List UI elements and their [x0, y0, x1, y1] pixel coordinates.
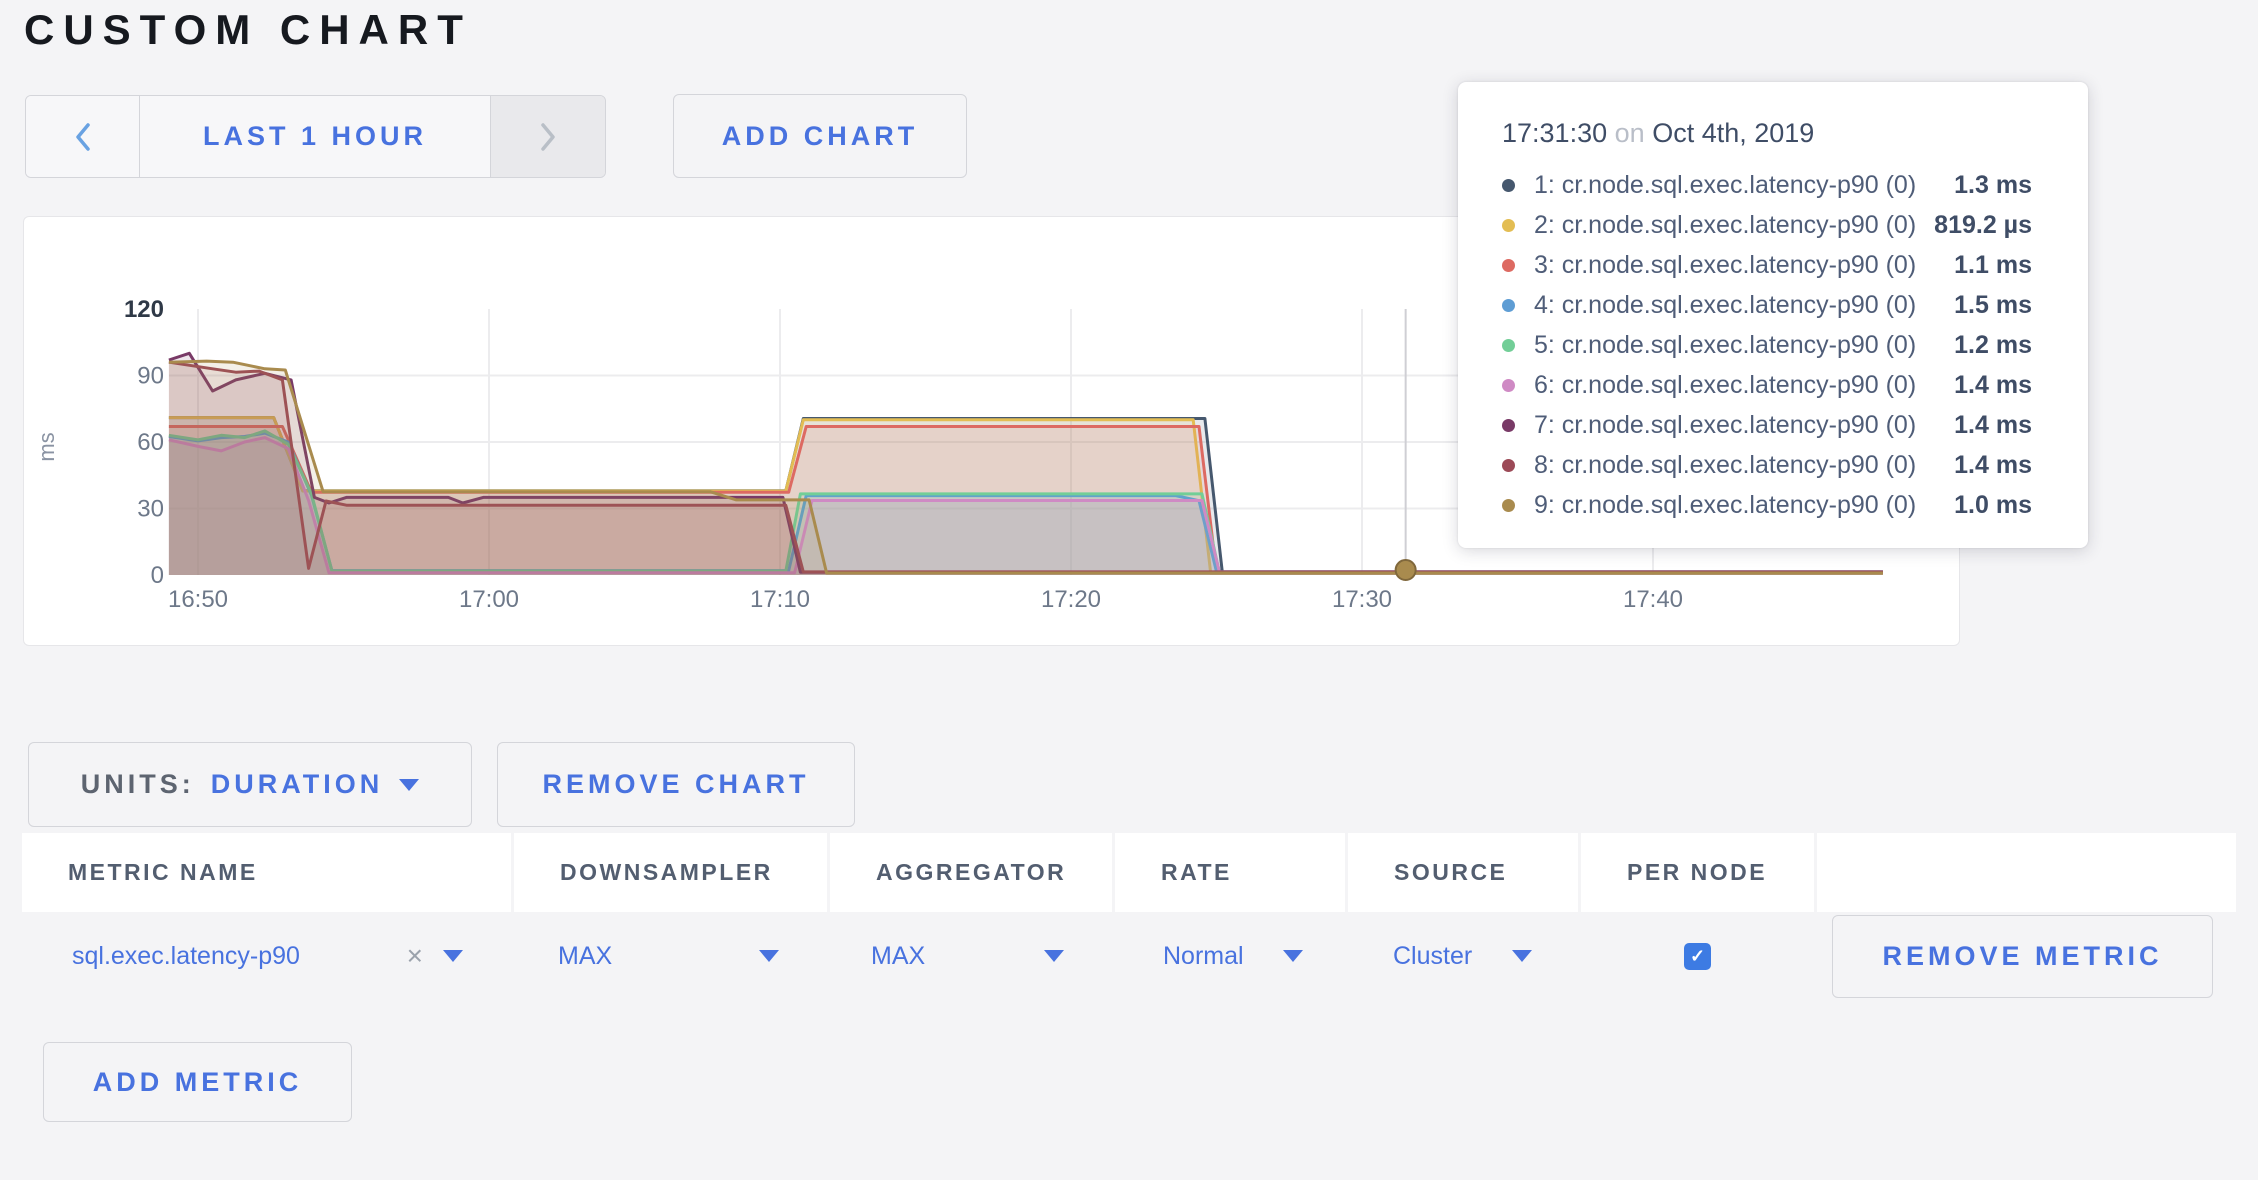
- metric-row: sql.exec.latency-p90 × MAX MAX Normal Cl…: [22, 912, 2236, 1000]
- units-value: DURATION: [211, 769, 383, 800]
- time-range-scrubber: LAST 1 HOUR: [25, 95, 606, 178]
- series-label: 7: cr.node.sql.exec.latency-p90 (0): [1534, 411, 1954, 440]
- series-color-dot-icon: [1502, 219, 1515, 232]
- chevron-down-icon: [1512, 950, 1532, 962]
- series-label: 5: cr.node.sql.exec.latency-p90 (0): [1534, 331, 1954, 360]
- series-color-dot-icon: [1502, 299, 1515, 312]
- tooltip-series-row: 7: cr.node.sql.exec.latency-p90 (0)1.4 m…: [1502, 405, 2032, 445]
- tooltip-series-row: 1: cr.node.sql.exec.latency-p90 (0)1.3 m…: [1502, 165, 2032, 205]
- series-label: 4: cr.node.sql.exec.latency-p90 (0): [1534, 291, 1954, 320]
- x-axis-tick: 17:20: [1041, 586, 1101, 613]
- per-node-checkbox[interactable]: ✓: [1684, 943, 1711, 970]
- y-axis-tick: 30: [137, 496, 164, 523]
- chart-hover-tooltip: 17:31:30 on Oct 4th, 2019 1: cr.node.sql…: [1458, 82, 2088, 548]
- series-color-dot-icon: [1502, 339, 1515, 352]
- chevron-down-icon: [1283, 950, 1303, 962]
- rate-value: Normal: [1163, 942, 1244, 971]
- series-label: 2: cr.node.sql.exec.latency-p90 (0): [1534, 211, 1934, 240]
- series-value: 1.4 ms: [1954, 451, 2032, 480]
- chevron-down-icon: [1044, 950, 1064, 962]
- series-value: 1.1 ms: [1954, 251, 2032, 280]
- series-value: 1.0 ms: [1954, 491, 2032, 520]
- column-header-downsampler: DOWNSAMPLER: [514, 833, 827, 912]
- chevron-left-icon: [75, 122, 91, 152]
- metrics-table: METRIC NAMEDOWNSAMPLERAGGREGATORRATESOUR…: [22, 833, 2236, 1000]
- tooltip-series-row: 8: cr.node.sql.exec.latency-p90 (0)1.4 m…: [1502, 445, 2032, 485]
- remove-metric-button[interactable]: REMOVE METRIC: [1832, 915, 2213, 998]
- tooltip-date: Oct 4th, 2019: [1652, 118, 1814, 148]
- series-value: 1.2 ms: [1954, 331, 2032, 360]
- tooltip-series-row: 3: cr.node.sql.exec.latency-p90 (0)1.1 m…: [1502, 245, 2032, 285]
- tooltip-timestamp: 17:31:30 on Oct 4th, 2019: [1502, 118, 2032, 149]
- column-header-rate: RATE: [1115, 833, 1345, 912]
- metric-name-cell: sql.exec.latency-p90 ×: [22, 912, 511, 1000]
- page-title: CUSTOM CHART: [24, 6, 472, 54]
- time-range-next-button[interactable]: [491, 96, 605, 177]
- column-header-source: SOURCE: [1348, 833, 1578, 912]
- series-color-dot-icon: [1502, 379, 1515, 392]
- downsampler-value: MAX: [558, 942, 612, 971]
- x-axis-tick: 16:50: [168, 586, 228, 613]
- tooltip-series-row: 6: cr.node.sql.exec.latency-p90 (0)1.4 m…: [1502, 365, 2032, 405]
- units-dropdown[interactable]: UNITS: DURATION: [28, 742, 472, 827]
- y-axis-tick: 120: [124, 296, 164, 323]
- column-header-aggregator: AGGREGATOR: [830, 833, 1112, 912]
- x-axis-tick: 17:30: [1332, 586, 1392, 613]
- clear-metric-x-icon[interactable]: ×: [407, 940, 423, 972]
- series-value: 1.3 ms: [1954, 171, 2032, 200]
- tooltip-series-list: 1: cr.node.sql.exec.latency-p90 (0)1.3 m…: [1502, 165, 2032, 525]
- series-color-dot-icon: [1502, 499, 1515, 512]
- x-axis-tick: 17:10: [750, 586, 810, 613]
- tooltip-time: 17:31:30: [1502, 118, 1607, 148]
- series-value: 819.2 µs: [1934, 211, 2032, 240]
- series-label: 1: cr.node.sql.exec.latency-p90 (0): [1534, 171, 1954, 200]
- add-metric-button[interactable]: ADD METRIC: [43, 1042, 352, 1122]
- aggregator-value: MAX: [871, 942, 925, 971]
- chevron-down-icon: [399, 779, 419, 791]
- rate-dropdown[interactable]: Normal: [1115, 912, 1345, 1000]
- chevron-down-icon[interactable]: [443, 950, 463, 962]
- x-axis-tick: 17:00: [459, 586, 519, 613]
- y-axis-tick: 0: [151, 562, 164, 589]
- metrics-table-header: METRIC NAMEDOWNSAMPLERAGGREGATORRATESOUR…: [22, 833, 2236, 912]
- tooltip-series-row: 4: cr.node.sql.exec.latency-p90 (0)1.5 m…: [1502, 285, 2032, 325]
- y-axis-unit-label: ms: [34, 432, 59, 461]
- column-header-actions: [1817, 833, 2236, 912]
- time-range-prev-button[interactable]: [26, 96, 139, 177]
- series-label: 9: cr.node.sql.exec.latency-p90 (0): [1534, 491, 1954, 520]
- series-label: 3: cr.node.sql.exec.latency-p90 (0): [1534, 251, 1954, 280]
- downsampler-dropdown[interactable]: MAX: [514, 912, 827, 1000]
- units-label: UNITS:: [81, 769, 195, 800]
- column-header-per-node: PER NODE: [1581, 833, 1814, 912]
- tooltip-series-row: 5: cr.node.sql.exec.latency-p90 (0)1.2 m…: [1502, 325, 2032, 365]
- source-dropdown[interactable]: Cluster: [1348, 912, 1578, 1000]
- series-color-dot-icon: [1502, 419, 1515, 432]
- series-label: 6: cr.node.sql.exec.latency-p90 (0): [1534, 371, 1954, 400]
- y-axis-tick: 60: [137, 429, 164, 456]
- per-node-cell: ✓: [1581, 912, 1814, 1000]
- series-color-dot-icon: [1502, 259, 1515, 272]
- aggregator-dropdown[interactable]: MAX: [830, 912, 1112, 1000]
- series-value: 1.5 ms: [1954, 291, 2032, 320]
- series-value: 1.4 ms: [1954, 411, 2032, 440]
- y-axis-tick: 90: [137, 363, 164, 390]
- column-header-metric-name: METRIC NAME: [22, 833, 511, 912]
- time-range-label[interactable]: LAST 1 HOUR: [139, 96, 491, 177]
- metric-name-value[interactable]: sql.exec.latency-p90: [72, 942, 300, 971]
- series-value: 1.4 ms: [1954, 371, 2032, 400]
- tooltip-series-row: 9: cr.node.sql.exec.latency-p90 (0)1.0 m…: [1502, 485, 2032, 525]
- series-color-dot-icon: [1502, 179, 1515, 192]
- series-label: 8: cr.node.sql.exec.latency-p90 (0): [1534, 451, 1954, 480]
- tooltip-conjunction: on: [1615, 118, 1653, 148]
- series-color-dot-icon: [1502, 459, 1515, 472]
- remove-chart-button[interactable]: REMOVE CHART: [497, 742, 855, 827]
- chart-hover-line: [1396, 309, 1416, 580]
- chevron-right-icon: [540, 122, 556, 152]
- chevron-down-icon: [759, 950, 779, 962]
- tooltip-series-row: 2: cr.node.sql.exec.latency-p90 (0)819.2…: [1502, 205, 2032, 245]
- remove-metric-cell: REMOVE METRIC: [1817, 912, 2236, 1000]
- x-axis-tick: 17:40: [1623, 586, 1683, 613]
- add-chart-button[interactable]: ADD CHART: [673, 94, 967, 178]
- source-value: Cluster: [1393, 942, 1472, 971]
